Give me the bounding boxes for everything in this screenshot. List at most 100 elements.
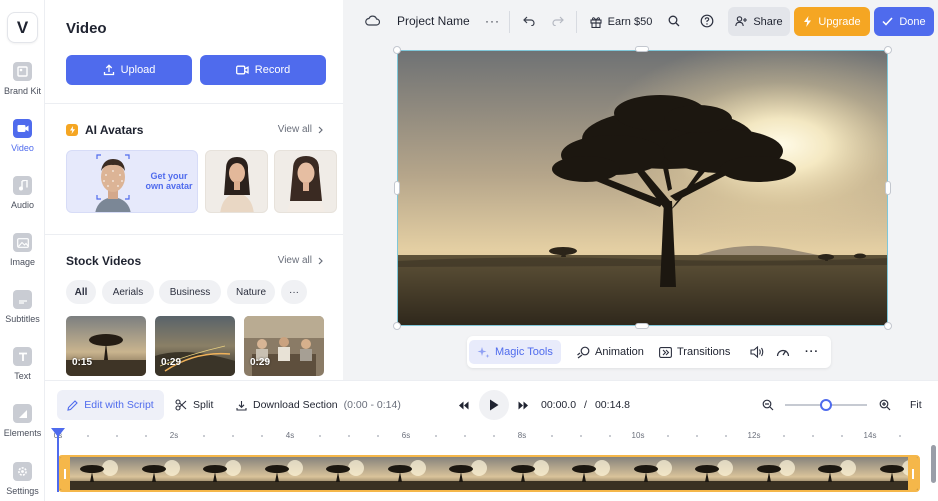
record-button[interactable]: Record	[200, 55, 326, 85]
avatars-view-all-link[interactable]: View all	[278, 124, 323, 135]
project-name[interactable]: Project Name	[397, 14, 470, 28]
magic-tools-button[interactable]: Magic Tools	[469, 340, 561, 364]
cloud-icon[interactable]	[365, 15, 380, 26]
play-button[interactable]	[479, 390, 509, 420]
upgrade-button[interactable]: Upgrade	[794, 7, 870, 36]
time-separator: /	[584, 399, 587, 411]
timeline-ruler[interactable]: 0s2s4s6s8s10s12s14s	[45, 428, 938, 450]
playhead-handle[interactable]	[51, 428, 65, 437]
ruler-tick-dot	[232, 435, 234, 437]
ruler-tick-label: 2s	[169, 431, 179, 440]
chip-more[interactable]: ···	[281, 280, 307, 304]
more-tools-button[interactable]: ···	[797, 340, 827, 364]
download-section-button[interactable]: Download Section (0:00 - 0:14)	[236, 399, 401, 411]
done-button[interactable]: Done	[874, 7, 934, 36]
resize-handle-top-right[interactable]	[884, 46, 892, 54]
ruler-tick-dot	[435, 435, 437, 437]
resize-handle-top-left[interactable]	[393, 46, 401, 54]
chip-aerials[interactable]: Aerials	[102, 280, 154, 304]
animation-button[interactable]: Animation	[569, 340, 652, 364]
ruler-tick-label: 12s	[747, 431, 761, 440]
avatar-card-1[interactable]	[205, 150, 268, 213]
search-icon[interactable]	[668, 15, 680, 27]
help-icon[interactable]	[700, 14, 714, 28]
video-camera-icon	[13, 119, 32, 138]
subtitles-icon	[13, 290, 32, 309]
gift-icon	[590, 16, 602, 28]
download-range: (0:00 - 0:14)	[343, 399, 401, 411]
resize-handle-left[interactable]	[394, 181, 400, 195]
ruler-tick-label: 6s	[401, 431, 411, 440]
stock-thumb-1[interactable]: 0:15	[66, 316, 146, 376]
track-frame	[490, 457, 553, 490]
camera-icon	[235, 65, 249, 75]
fit-button[interactable]: Fit	[910, 399, 922, 411]
add-user-icon	[735, 16, 748, 27]
earn-button[interactable]: Earn $50	[586, 7, 656, 36]
elements-icon	[13, 404, 32, 423]
stock-view-all-link[interactable]: View all	[278, 255, 323, 266]
split-button[interactable]: Split	[175, 399, 213, 411]
chip-nature[interactable]: Nature	[227, 280, 275, 304]
avatar-card-2[interactable]	[274, 150, 337, 213]
separator	[509, 11, 510, 33]
resize-handle-bottom[interactable]	[635, 323, 649, 329]
canvas-stage: Magic Tools Animation Transitions ···	[343, 44, 938, 380]
rail-item-brand-kit[interactable]: Brand Kit	[0, 62, 45, 96]
rail-item-settings[interactable]: Settings	[0, 462, 45, 496]
create-avatar-card[interactable]: Get your own avatar	[66, 150, 198, 213]
track-frame	[429, 457, 492, 490]
trim-handle-left[interactable]	[60, 457, 70, 490]
ruler-tick-label: 8s	[517, 431, 527, 440]
thumb-duration: 0:29	[161, 357, 182, 368]
ruler-tick-dot	[696, 435, 698, 437]
stock-thumb-2[interactable]: 0:29	[155, 316, 235, 376]
resize-handle-bottom-left[interactable]	[393, 322, 401, 330]
app-logo[interactable]: V	[7, 12, 38, 43]
zoom-slider[interactable]	[785, 399, 867, 411]
avatar-scan-image	[95, 154, 131, 212]
skip-back-icon[interactable]	[458, 401, 469, 410]
gear-icon	[13, 462, 32, 481]
trim-handle-right[interactable]	[908, 457, 918, 490]
rail-item-image[interactable]: Image	[0, 233, 45, 267]
rail-item-text[interactable]: Text	[0, 347, 45, 381]
resize-handle-top[interactable]	[635, 46, 649, 52]
chip-business[interactable]: Business	[159, 280, 221, 304]
zoom-slider-knob[interactable]	[820, 399, 832, 411]
speed-icon[interactable]	[776, 346, 790, 358]
resize-handle-right[interactable]	[885, 181, 891, 195]
rail-item-elements[interactable]: Elements	[0, 404, 45, 438]
rail-item-video[interactable]: Video	[0, 119, 45, 153]
track-frame	[736, 457, 799, 490]
ruler-tick-dot	[551, 435, 553, 437]
video-preview[interactable]	[397, 50, 888, 326]
rail-label: Image	[9, 257, 35, 267]
ruler-tick-dot	[319, 435, 321, 437]
resize-handle-bottom-right[interactable]	[884, 322, 892, 330]
edit-with-script-button[interactable]: Edit with Script	[57, 390, 164, 420]
transitions-button[interactable]: Transitions	[651, 340, 738, 364]
skip-forward-icon[interactable]	[518, 401, 529, 410]
rail-item-audio[interactable]: Audio	[0, 176, 45, 210]
volume-icon[interactable]	[750, 346, 764, 358]
undo-icon[interactable]	[523, 16, 535, 26]
project-more-button[interactable]: ···	[485, 14, 500, 28]
playhead[interactable]	[57, 432, 59, 492]
vertical-scrollbar[interactable]	[931, 445, 936, 483]
upload-button[interactable]: Upload	[66, 55, 192, 85]
zoom-out-icon[interactable]	[762, 399, 774, 411]
track-frame	[675, 457, 738, 490]
chip-all[interactable]: All	[66, 280, 96, 304]
stock-thumb-3[interactable]: 0:29	[244, 316, 324, 376]
share-button[interactable]: Share	[728, 7, 790, 36]
rail-item-subtitles[interactable]: Subtitles	[0, 290, 45, 324]
zoom-in-icon[interactable]	[879, 399, 891, 411]
thumb-duration: 0:29	[250, 357, 271, 368]
ruler-tick-dot	[899, 435, 901, 437]
rail-label: Text	[14, 371, 31, 381]
ruler-tick-dot	[667, 435, 669, 437]
time-display: 00:00.0 / 00:14.8	[541, 399, 630, 411]
video-track[interactable]	[58, 455, 920, 492]
redo-icon[interactable]	[552, 16, 564, 26]
